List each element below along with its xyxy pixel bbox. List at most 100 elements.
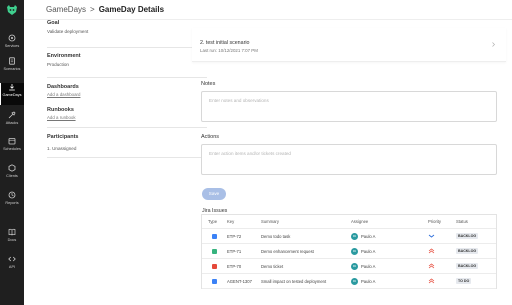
- breadcrumb: GameDays > GameDay Details: [46, 5, 164, 14]
- priority-high-icon: [428, 248, 435, 254]
- goal-value: Validate deployment: [47, 29, 89, 34]
- sidebar-item-gamedays[interactable]: GameDays: [0, 83, 24, 105]
- column-header-priority: Priority: [428, 219, 442, 224]
- priority-cell: [428, 229, 435, 243]
- status-badge: BACKLOG: [456, 233, 479, 239]
- issue-key-link[interactable]: ETP-72: [227, 229, 241, 243]
- top-header: GameDays > GameDay Details: [24, 0, 512, 20]
- divider: [47, 157, 207, 158]
- breadcrumb-separator: >: [90, 5, 95, 14]
- issue-type-icon: [212, 248, 217, 254]
- clients-icon: [8, 164, 16, 172]
- attacks-icon: [8, 111, 16, 119]
- table-row[interactable]: ETP-72 Demo todo task PA Paulo A BACKLOG: [202, 229, 496, 244]
- runbooks-section: Runbooks Add a runbook: [47, 107, 183, 120]
- notes-label: Notes: [201, 81, 216, 87]
- table-row[interactable]: ETP-71 Demo enhancement request PA Paulo A B…: [202, 244, 496, 259]
- sidebar-item-services[interactable]: Services: [0, 34, 24, 56]
- goal-section: Goal Validate deployment: [47, 20, 183, 34]
- sidebar-item-label: GameDays: [2, 92, 22, 97]
- type-cell: [212, 259, 217, 273]
- sidebar-item-label: Attacks: [5, 120, 19, 125]
- add-runbook-link[interactable]: Add a runbook: [47, 115, 183, 120]
- avatar: PA: [351, 247, 358, 255]
- avatar: PA: [351, 232, 358, 240]
- priority-high-icon: [428, 278, 435, 284]
- priority-cell: [428, 259, 435, 273]
- sidebar-item-label: Clients: [6, 173, 18, 178]
- assignee-name: Paulo A: [361, 263, 376, 269]
- sidebar-item-scenarios[interactable]: Scenarios: [0, 57, 24, 79]
- assignee-cell: PA Paulo A: [351, 259, 375, 273]
- sidebar-item-label: Schedules: [3, 146, 21, 151]
- environment-title: Environment: [47, 53, 81, 59]
- runbooks-title: Runbooks: [47, 107, 74, 113]
- priority-cell: [428, 244, 435, 258]
- breadcrumb-parent-link[interactable]: GameDays: [46, 5, 86, 14]
- actions-textarea[interactable]: Enter action items and/or tickets create…: [201, 144, 497, 175]
- environment-value: Production: [47, 62, 69, 67]
- column-header-summary: Summary: [261, 219, 279, 224]
- divider: [47, 47, 207, 48]
- type-cell: [212, 274, 217, 288]
- issue-type-icon: [212, 233, 217, 239]
- notes-textarea[interactable]: Enter notes and observations: [201, 91, 497, 122]
- save-button[interactable]: Save: [202, 188, 226, 200]
- sidebar-item-label: Scenarios: [3, 66, 21, 71]
- issue-key-link[interactable]: ETP-70: [227, 259, 241, 273]
- services-icon: [8, 34, 16, 42]
- priority-low-icon: [428, 234, 435, 238]
- sidebar: Services Scenarios GameDays Attacks Sche…: [0, 0, 24, 305]
- column-header-status: Status: [456, 219, 468, 224]
- page-title: GameDay Details: [98, 5, 165, 14]
- add-dashboard-link[interactable]: Add a dashboard: [47, 92, 183, 97]
- assignee-cell: PA Paulo A: [351, 274, 375, 288]
- assignee-name: Paulo A: [361, 278, 376, 284]
- issue-key-link[interactable]: AGENT-1307: [227, 274, 252, 288]
- schedules-icon: [8, 138, 16, 145]
- dashboards-section: Dashboards Add a dashboard: [47, 84, 183, 97]
- type-cell: [212, 229, 217, 243]
- status-cell: BACKLOG: [456, 259, 479, 273]
- sidebar-item-label: Docs: [7, 237, 17, 242]
- jira-issues-table: Type Key Summary Assignee Priority Statu…: [201, 214, 497, 289]
- goal-title: Goal: [47, 20, 60, 26]
- status-badge: BACKLOG: [456, 248, 479, 254]
- jira-rows: ETP-72 Demo todo task PA Paulo A BACKLOG ETP-…: [202, 229, 496, 289]
- divider: [47, 127, 207, 128]
- status-badge: BACKLOG: [456, 263, 479, 269]
- priority-high-icon: [428, 263, 435, 269]
- sidebar-item-attacks[interactable]: Attacks: [0, 111, 24, 133]
- assignee-cell: PA Paulo A: [351, 229, 375, 243]
- sidebar-item-label: Reports: [5, 200, 19, 205]
- table-row[interactable]: ETP-70 Demo ticket PA Paulo A BACKLOG: [202, 259, 496, 274]
- column-header-key: Key: [227, 219, 235, 224]
- table-header-row: Type Key Summary Assignee Priority Statu…: [202, 215, 496, 229]
- status-cell: BACKLOG: [456, 244, 479, 258]
- issue-key-link[interactable]: ETP-71: [227, 244, 241, 258]
- sidebar-item-schedules[interactable]: Schedules: [0, 137, 24, 159]
- issue-summary: Small impact on tested deployment: [261, 278, 327, 284]
- sidebar-item-clients[interactable]: Clients: [0, 164, 24, 186]
- sidebar-item-api[interactable]: API: [0, 255, 24, 277]
- dashboards-title: Dashboards: [47, 84, 79, 90]
- scenario-card[interactable]: 2. test initial scenario Last run: 10/12…: [192, 28, 506, 62]
- actions-placeholder: Enter action items and/or tickets create…: [209, 151, 291, 156]
- gameday-info-panel: Goal Validate deployment Environment Pro…: [24, 20, 207, 305]
- column-header-assignee: Assignee: [351, 219, 369, 224]
- scenarios-icon: [9, 57, 15, 65]
- gamedays-icon: [9, 84, 15, 91]
- assignee-cell: PA Paulo A: [351, 244, 375, 258]
- table-row[interactable]: AGENT-1307 Small impact on tested deploym…: [202, 274, 496, 289]
- status-cell: BACKLOG: [456, 229, 479, 243]
- sidebar-item-reports[interactable]: Reports: [0, 191, 24, 213]
- chevron-right-icon: [492, 42, 495, 47]
- status-badge: TO DO: [456, 278, 472, 284]
- issue-type-icon: [212, 278, 217, 284]
- issue-summary: Demo ticket: [261, 263, 284, 269]
- status-cell: TO DO: [456, 274, 472, 288]
- sidebar-item-docs[interactable]: Docs: [0, 228, 24, 250]
- environment-section: Environment Production: [47, 53, 183, 67]
- issue-type-icon: [212, 263, 217, 269]
- gremlin-logo-icon[interactable]: [6, 4, 18, 16]
